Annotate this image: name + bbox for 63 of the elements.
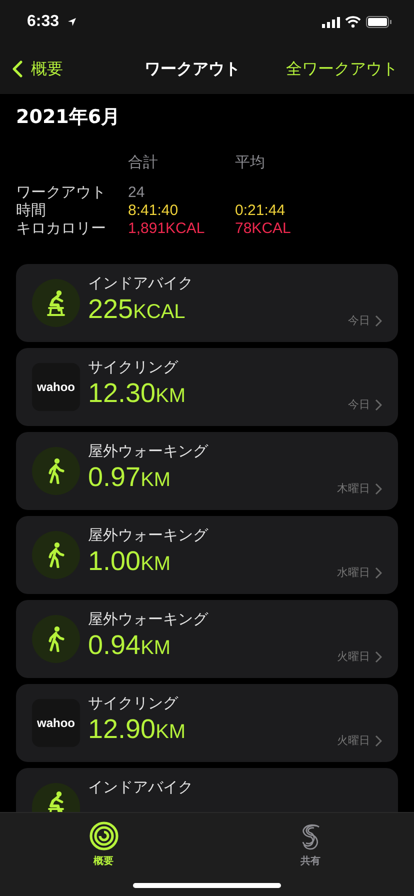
rings-icon [88,821,118,851]
workout-card[interactable]: インドアバイク [16,768,398,812]
tab-item[interactable]: 概要 [74,821,134,868]
workout-card[interactable]: 屋外ウォーキング 1.00KM 水曜日 [16,516,398,594]
workout-day: 今日 [348,313,370,328]
workout-icon [32,279,80,327]
tab-item[interactable]: 共有 [280,821,340,868]
row-label: 時間 [16,202,47,220]
location-icon [67,17,78,27]
workout-icon [32,615,80,663]
workout-day: 木曜日 [337,481,370,496]
brand-logo: wahoo [32,363,80,411]
chevron-right-icon [375,734,382,746]
total-value: 24 [128,184,146,202]
workout-value: 225KCAL [88,294,186,325]
workout-value: 0.97KM [88,462,172,493]
average-value: 78KCAL [235,220,292,238]
battery-icon [366,16,392,28]
workout-icon [32,783,80,812]
column-header: 合計 [128,154,159,172]
signal-icon [322,16,340,28]
workout-icon [32,447,80,495]
all-workouts-button[interactable]: 全ワークアウト [286,58,398,80]
chevron-right-icon [375,398,382,410]
workout-value: 1.00KM [88,546,172,577]
workout-day: 水曜日 [337,565,370,580]
workout-title: 屋外ウォーキング [88,442,208,461]
workout-day: 火曜日 [337,733,370,748]
chevron-right-icon [375,650,382,662]
average-value: 0:21:44 [235,202,286,220]
row-label: キロカロリー [16,220,107,238]
back-button[interactable]: 概要 [12,58,63,80]
workout-day: 今日 [348,397,370,412]
column-header: 平均 [235,154,266,172]
chevron-right-icon [375,566,382,578]
wifi-icon [345,16,361,28]
workout-value: 12.90KM [88,714,186,745]
brand-logo: wahoo [32,699,80,747]
screen-title: ワークアウト [144,58,242,80]
chevron-right-icon [375,482,382,494]
workout-title: サイクリング [88,694,180,713]
workout-card[interactable]: wahoo サイクリング 12.90KM 火曜日 [16,684,398,762]
workout-card[interactable]: インドアバイク 225KCAL 今日 [16,264,398,342]
workout-value: 0.94KM [88,630,172,661]
workout-icon [32,531,80,579]
back-label: 概要 [31,58,63,80]
row-label: ワークアウト [16,184,107,202]
workout-day: 火曜日 [337,649,370,664]
workout-title: 屋外ウォーキング [88,610,208,629]
workout-title: インドアバイク [88,778,193,797]
workout-card[interactable]: 屋外ウォーキング 0.94KM 火曜日 [16,600,398,678]
chevron-right-icon [375,314,382,326]
workout-card[interactable]: wahoo サイクリング 12.30KM 今日 [16,348,398,426]
workout-title: 屋外ウォーキング [88,526,208,545]
month-heading: 2021年6月 [16,105,122,130]
status-time: 6:33 [27,13,60,31]
workout-card[interactable]: 屋外ウォーキング 0.97KM 木曜日 [16,432,398,510]
workout-value: 12.30KM [88,378,186,409]
workout-title: サイクリング [88,358,180,377]
chevron-left-icon [12,60,23,78]
workout-title: インドアバイク [88,274,193,293]
total-value: 8:41:40 [128,202,180,220]
total-value: 1,891KCAL [128,220,206,238]
